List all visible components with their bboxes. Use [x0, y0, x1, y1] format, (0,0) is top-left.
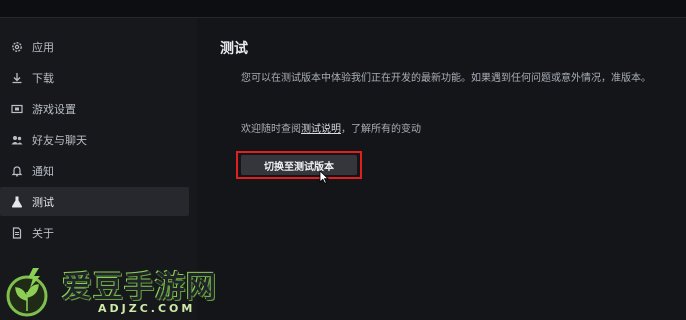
sidebar-item-label: 好友与聊天 — [32, 133, 87, 147]
test-notes-link[interactable]: 测试说明 — [301, 124, 341, 135]
sidebar-item-apps[interactable]: 应用 — [0, 32, 189, 61]
mouse-cursor-icon — [319, 170, 329, 184]
app-window: 应用 下载 游戏设置 好友与聊天 通知 测试 关于 测试 您可以在测试版本中体验… — [0, 0, 686, 320]
sidebar-item-game-settings[interactable]: 游戏设置 — [0, 94, 189, 123]
switch-to-test-version-button[interactable]: 切换至测试版本 — [241, 155, 357, 175]
sidebar-item-testing[interactable]: 测试 — [0, 187, 189, 216]
highlight-box: 切换至测试版本 — [236, 151, 362, 179]
main-panel: 测试 您可以在测试版本中体验我们正在开发的最新功能。如果遇到任何问题或意外情况，… — [197, 18, 686, 320]
flask-icon — [10, 195, 24, 209]
sidebar-item-label: 测试 — [32, 195, 54, 209]
sidebar-item-label: 下载 — [32, 71, 54, 85]
bell-icon — [10, 164, 24, 178]
invite-text: 欢迎随时查阅测试说明，了解所有的变动 — [241, 120, 421, 135]
watermark-logo-icon — [6, 268, 48, 317]
sidebar-item-label: 游戏设置 — [32, 102, 76, 116]
watermark-text: 爱豆手游网 — [62, 270, 217, 305]
title-bar — [0, 0, 686, 18]
game-settings-icon — [10, 102, 24, 116]
sidebar-item-label: 关于 — [32, 226, 54, 240]
document-icon — [10, 226, 24, 240]
sidebar-item-friends-chat[interactable]: 好友与聊天 — [0, 125, 189, 154]
download-icon — [10, 71, 24, 85]
sidebar-item-download[interactable]: 下载 — [0, 63, 189, 92]
friends-icon — [10, 133, 24, 147]
sidebar-item-label: 通知 — [32, 164, 54, 178]
page-title: 测试 — [220, 41, 248, 57]
invite-prefix: 欢迎随时查阅 — [241, 124, 301, 135]
invite-suffix: ，了解所有的变动 — [341, 124, 421, 135]
sidebar-item-label: 应用 — [32, 40, 54, 54]
gear-icon — [10, 40, 24, 54]
testing-description: 您可以在测试版本中体验我们正在开发的最新功能。如果遇到任何问题或意外情况，准版本… — [241, 73, 651, 84]
sidebar-item-about[interactable]: 关于 — [0, 218, 189, 247]
watermark-url: ADJZC.COM — [98, 302, 196, 315]
sidebar-item-notifications[interactable]: 通知 — [0, 156, 189, 185]
